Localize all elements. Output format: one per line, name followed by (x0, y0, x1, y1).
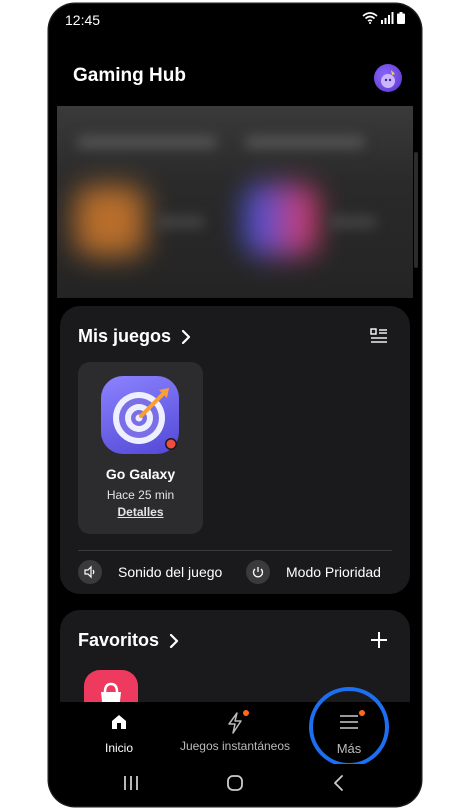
banner-blur-app-icon (75, 186, 145, 256)
phone-frame: 12:45 Gaming Hub Mis juegos Go Galaxy Ha… (49, 4, 421, 806)
recent-apps-icon[interactable] (123, 774, 139, 792)
nav-label: Juegos instantáneos (179, 739, 291, 753)
status-bar: 12:45 (49, 4, 421, 36)
divider (78, 550, 392, 551)
chevron-right-icon (181, 329, 191, 344)
side-button (414, 152, 418, 268)
go-galaxy-icon (101, 376, 179, 454)
power-icon (246, 560, 270, 584)
game-name: Go Galaxy (105, 466, 176, 482)
game-details-link[interactable]: Detalles (78, 505, 203, 519)
nav-item-inicio[interactable]: Inicio (79, 712, 159, 755)
status-time: 12:45 (65, 12, 101, 28)
nav-item-juegos-instantaneos[interactable]: Juegos instantáneos (177, 710, 293, 753)
highlight-ring (309, 687, 389, 767)
battery-icon (397, 12, 405, 24)
plus-icon[interactable] (370, 631, 388, 649)
signal-icon (381, 12, 394, 24)
game-tile-go-galaxy[interactable]: Go Galaxy Hace 25 min Detalles (78, 362, 203, 534)
notification-dot (243, 710, 249, 716)
status-icons (362, 12, 405, 24)
quick-setting-priority-mode[interactable]: Modo Prioridad (246, 560, 381, 584)
wifi-icon (362, 12, 378, 24)
page-title: Gaming Hub (73, 65, 186, 86)
back-icon[interactable] (332, 774, 344, 792)
avatar-character-icon (381, 70, 395, 88)
banner-blur-app-icon (245, 184, 317, 256)
banner-blur-text (327, 216, 377, 228)
quick-setting-label: Sonido del juego (118, 564, 223, 580)
system-navigation-bar (49, 764, 421, 806)
game-last-played: Hace 25 min (106, 488, 175, 502)
banner-blur-text (77, 136, 217, 148)
banner-blur-text (155, 216, 205, 228)
home-button-icon[interactable] (226, 774, 244, 792)
favorites-title: Favoritos (78, 630, 160, 650)
my-games-card: Mis juegos Go Galaxy Hace 25 min Detalle… (60, 306, 410, 594)
my-games-header[interactable]: Mis juegos (78, 326, 191, 347)
avatar[interactable] (374, 64, 402, 92)
speaker-icon (78, 560, 102, 584)
lightning-icon (228, 712, 242, 734)
favorites-header[interactable]: Favoritos (78, 630, 179, 651)
my-games-title: Mis juegos (78, 326, 172, 346)
home-icon (112, 715, 126, 729)
banner-blur-text (245, 136, 365, 148)
quick-setting-label: Modo Prioridad (286, 564, 381, 580)
chevron-right-icon (169, 633, 179, 648)
nav-label: Inicio (104, 741, 133, 755)
quick-setting-game-sound[interactable]: Sonido del juego (78, 560, 222, 584)
featured-banner[interactable] (57, 106, 413, 298)
list-view-icon[interactable] (370, 328, 388, 344)
